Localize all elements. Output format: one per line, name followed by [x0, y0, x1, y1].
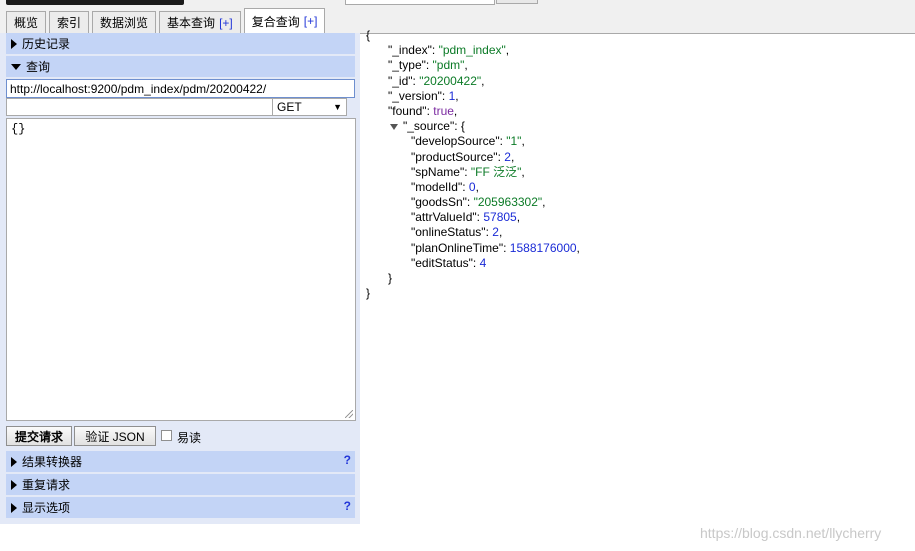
section-repeat-request[interactable]: 重复请求 [6, 474, 355, 495]
json-line: "goodsSn": "205963302", [411, 195, 546, 210]
dropdown-arrow-icon: ▼ [333, 102, 342, 112]
section-display-options[interactable]: 显示选项 ? [6, 497, 355, 518]
request-body-textarea[interactable]: {} [6, 118, 356, 421]
help-icon[interactable]: ? [344, 499, 351, 513]
section-result-transformer[interactable]: 结果转换器 ? [6, 451, 355, 472]
tab-indices[interactable]: 索引 [49, 11, 90, 33]
help-icon[interactable]: ? [344, 453, 351, 467]
json-line: "found": true, [388, 103, 458, 118]
tab-structured-query[interactable]: 基本查询 [+] [159, 11, 241, 33]
expand-icon [11, 479, 17, 490]
json-line: } [366, 286, 371, 301]
expand-icon [11, 456, 17, 467]
json-line: "developSource": "1", [411, 134, 525, 149]
connect-button[interactable] [496, 0, 538, 4]
json-line: "_index": "pdm_index", [388, 43, 510, 58]
json-line: "planOnlineTime": 1588176000, [411, 240, 580, 255]
tab-bar: 概览 索引 数据浏览 基本查询 [+] 复合查询 [+] [6, 8, 328, 33]
json-line: "_source": { [366, 119, 580, 134]
json-line: "attrValueId": 57805, [411, 210, 521, 225]
resize-grip-icon[interactable] [345, 410, 353, 418]
expand-icon [11, 38, 17, 49]
json-line: "_id": "20200422", [388, 73, 485, 88]
collapse-arrow-icon[interactable] [390, 123, 398, 130]
app-logo [6, 0, 184, 5]
json-response-viewer: { "_index": "pdm_index", "_type": "pdm",… [366, 28, 580, 301]
easy-read-checkbox[interactable] [161, 430, 172, 441]
collapse-icon [11, 63, 21, 70]
path-input[interactable] [6, 98, 273, 116]
section-history[interactable]: 历史记录 [6, 33, 355, 54]
cluster-url-input[interactable] [345, 0, 495, 5]
tab-plus[interactable]: [+] [304, 14, 318, 28]
json-line: "editStatus": 4 [411, 255, 487, 270]
json-line: "spName": "FF 泛泛", [411, 164, 525, 179]
validate-json-button[interactable]: 验证 JSON [74, 426, 156, 446]
json-line: } [388, 271, 393, 285]
json-line: "modelId": 0, [411, 179, 479, 194]
tab-browser[interactable]: 数据浏览 [92, 11, 157, 33]
section-query[interactable]: 查询 [6, 56, 355, 77]
json-line: "onlineStatus": 2, [411, 225, 503, 240]
easy-read-label: 易读 [177, 431, 202, 445]
json-line: "productSource": 2, [411, 149, 515, 164]
json-line: { [366, 28, 371, 42]
tab-any-request[interactable]: 复合查询 [+] [243, 8, 326, 33]
submit-request-button[interactable]: 提交请求 [6, 426, 72, 446]
tab-overview[interactable]: 概览 [6, 11, 47, 33]
url-input[interactable] [6, 79, 355, 98]
method-select[interactable]: GET ▼ [272, 98, 347, 116]
json-line: "_version": 1, [388, 88, 459, 103]
watermark: https://blog.csdn.net/llycherry [700, 525, 882, 541]
json-line: "_type": "pdm", [388, 58, 468, 73]
tab-plus[interactable]: [+] [219, 16, 233, 30]
expand-icon [11, 502, 17, 513]
request-panel: 历史记录 查询 GET ▼ {} 提交请求 验证 JSON 易读 结果转换器 ?… [0, 33, 360, 524]
